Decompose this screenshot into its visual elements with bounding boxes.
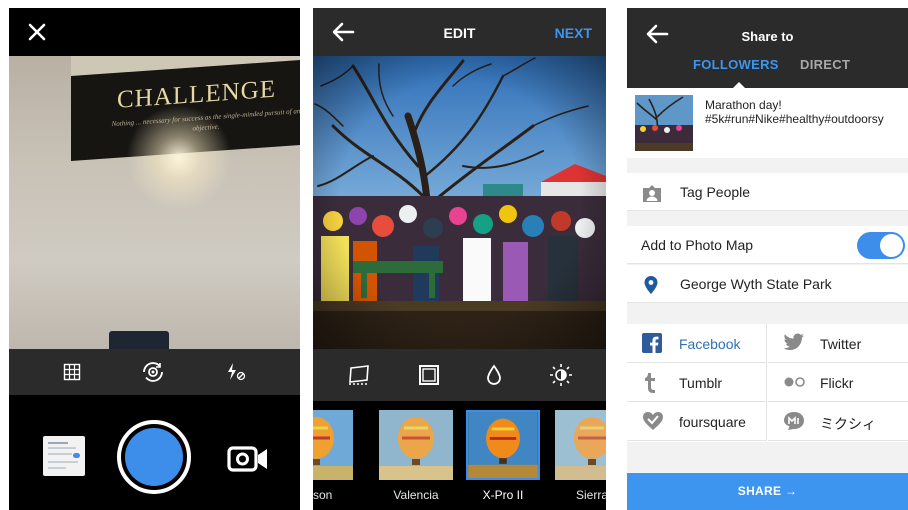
camera-screen: CHALLENGE Nothing ... necessary for succ… (9, 8, 300, 510)
twitter-label: Twitter (820, 336, 862, 352)
grid-icon[interactable] (63, 363, 81, 381)
share-title: Share to (741, 29, 794, 44)
filter-strip: udson Valencia X-Pro II Sierra (313, 401, 606, 510)
camera-tool-row (9, 349, 300, 395)
post-preview: Marathon day! #5k#run#Nike#healthy#outdo… (627, 88, 908, 158)
shelf-object (109, 331, 169, 349)
filter-thumbnail (555, 410, 606, 480)
close-icon[interactable] (26, 21, 48, 43)
filter-thumbnail (379, 410, 453, 480)
filter-name: X-Pro II (482, 488, 524, 502)
straighten-icon[interactable] (346, 364, 372, 386)
camera-top-bar (9, 8, 300, 56)
twitter-bird-icon (783, 333, 804, 350)
filter-x-pro-ii[interactable]: X-Pro II (466, 401, 540, 510)
mixi-label: ミクシィ (820, 416, 876, 432)
edit-screen: EDIT NEXT son Valencia X-Pro II Sierra (313, 8, 606, 510)
share-flickr[interactable]: Flickr (768, 363, 908, 402)
light-glare (119, 98, 239, 218)
facebook-label: Facebook (679, 336, 741, 352)
border-frame-icon[interactable] (418, 364, 440, 386)
share-facebook[interactable]: Facebook (627, 324, 767, 363)
caption-line-2: #5k#run#Nike#healthy#outdoorsy (705, 112, 884, 126)
location-label: George Wyth State Park (680, 276, 832, 292)
photo-map-row: Add to Photo Map (627, 226, 908, 264)
next-button[interactable]: NEXT (555, 25, 592, 41)
photo-map-label: Add to Photo Map (641, 237, 754, 253)
location-row[interactable]: George Wyth State Park (627, 265, 908, 303)
share-screen: Share to FOLLOWERS DIRECT Marathon day! … (627, 8, 908, 510)
filter-thumbnail (466, 410, 540, 480)
share-top-bar: Share to FOLLOWERS DIRECT (627, 8, 908, 88)
tag-people-row[interactable]: Tag People (627, 173, 908, 211)
filter-thumbnail (313, 410, 353, 480)
photo-map-toggle[interactable] (857, 232, 905, 259)
share-tumblr[interactable]: Tumblr (627, 363, 767, 402)
camera-bottom-bar (9, 395, 300, 510)
facebook-icon (642, 333, 662, 353)
flickr-label: Flickr (820, 375, 854, 391)
tilt-shift-drop-icon[interactable] (485, 364, 503, 386)
tumblr-label: Tumblr (679, 375, 723, 391)
filter-name: Sierra (575, 488, 606, 502)
tab-followers[interactable]: FOLLOWERS (693, 57, 779, 72)
filter-name: Valencia (393, 488, 439, 502)
filter-sierra[interactable]: Sierra (555, 401, 606, 510)
share-foursquare[interactable]: foursquare (627, 402, 767, 441)
edited-photo (313, 56, 606, 349)
gallery-thumbnail[interactable] (43, 436, 85, 476)
brightness-icon[interactable] (549, 363, 573, 387)
post-thumbnail (635, 95, 693, 151)
mixi-icon (784, 412, 804, 430)
edit-top-bar: EDIT NEXT (313, 8, 606, 56)
person-tag-icon (643, 185, 661, 202)
edit-tool-row (313, 349, 606, 401)
foursquare-icon (643, 412, 663, 430)
tag-people-label: Tag People (680, 184, 751, 200)
filter-name: udson (313, 488, 333, 502)
flash-off-icon[interactable] (225, 362, 247, 382)
share-button[interactable]: SHARE → (627, 473, 908, 510)
tab-direct[interactable]: DIRECT (800, 57, 850, 72)
filter-valencia[interactable]: Valencia (379, 401, 453, 510)
caption-line-1: Marathon day! (705, 98, 782, 112)
share-services-grid: Facebook Twitter Tumblr Flickr foursquar… (627, 324, 908, 442)
share-twitter[interactable]: Twitter (768, 324, 908, 363)
flickr-icon (784, 377, 805, 387)
foursquare-label: foursquare (679, 414, 746, 430)
filter-hudson[interactable]: udson (313, 401, 353, 510)
switch-camera-icon[interactable] (140, 361, 166, 383)
video-camera-icon[interactable] (226, 445, 270, 473)
camera-viewfinder[interactable]: CHALLENGE Nothing ... necessary for succ… (9, 56, 300, 349)
tumblr-icon (645, 373, 655, 393)
share-mixi[interactable]: ミクシィ (768, 402, 908, 441)
location-pin-icon (644, 276, 658, 294)
shutter-button[interactable] (117, 420, 191, 494)
